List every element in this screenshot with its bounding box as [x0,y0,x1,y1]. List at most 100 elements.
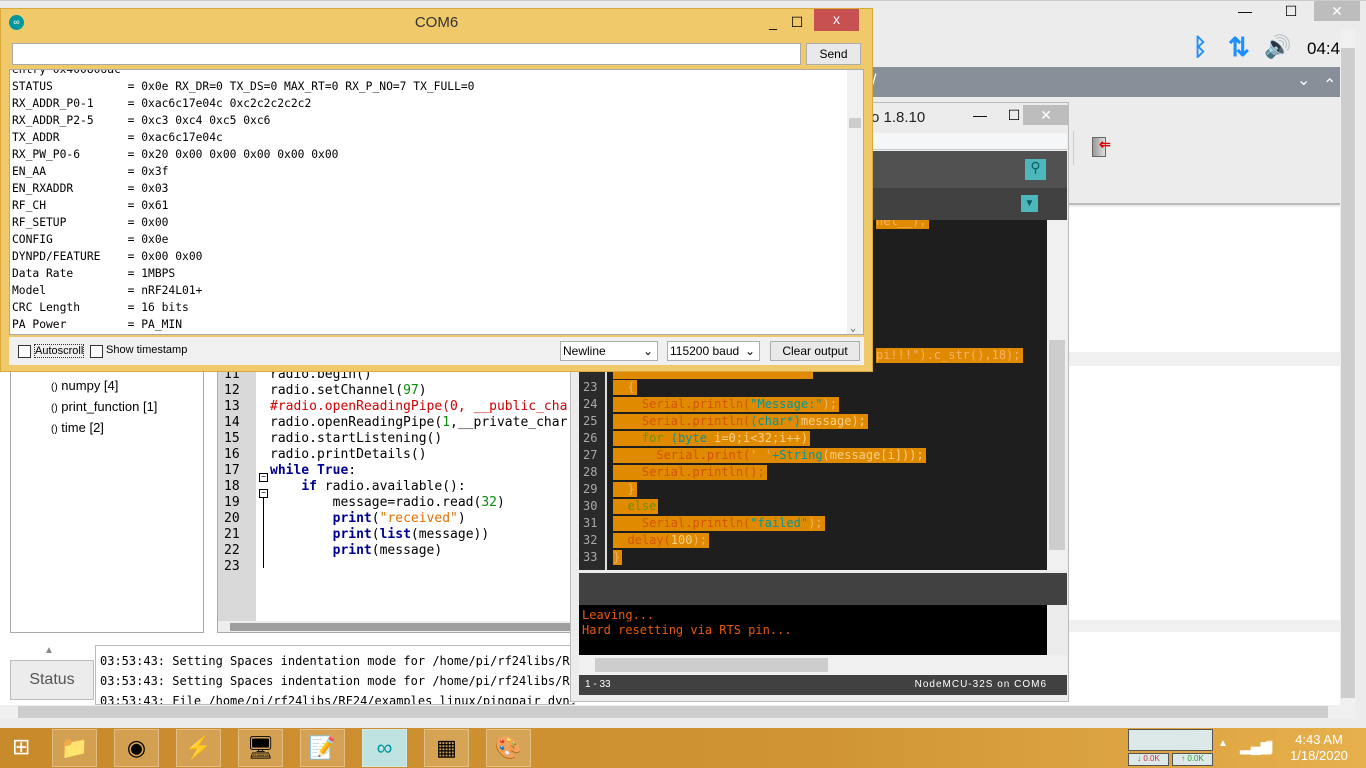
console-header [579,573,1067,605]
maximize-button[interactable]: ☐ [787,12,807,32]
code-token: } [613,550,621,564]
close-button[interactable]: ✕ [1314,1,1360,21]
arduino-status-bar: 1 - 33 NodeMCU-32S on COM6 [579,675,1067,695]
chrome-icon[interactable]: ◉ [114,729,159,767]
panel-up-arrow-icon[interactable]: ▲ [44,645,54,656]
variable-item[interactable]: () numpy [4] [51,378,118,393]
serial-line: RF_CH = 0x61 [12,199,169,212]
battery-icon[interactable]: ▯ [1265,736,1274,756]
variable-item[interactable]: () time [2] [51,420,104,435]
console-horizontal-scrollbar[interactable] [579,655,1067,675]
minimize-button[interactable]: — [1222,1,1268,21]
status-log: 03:53:43: Setting Spaces indentation mod… [95,645,575,705]
editor-horizontal-scrollbar[interactable] [218,621,576,632]
timestamp-label[interactable]: Show timestamp [106,344,187,356]
control-panel-icon[interactable]: ▦ [424,729,469,767]
code-area[interactable]: radio.begin() radio.setChannel(97) #radio.… [270,371,576,621]
send-button[interactable]: Send [806,43,861,65]
code-line: { [613,380,637,395]
code-fragment: nel__); [876,220,929,229]
chevron-up-icon[interactable]: ⌃ [1323,75,1336,95]
code-token: list [379,527,411,542]
code-token: message); [800,414,866,428]
close-button[interactable]: x [814,9,859,31]
serial-line: STATUS = 0x0e RX_DR=0 TX_DS=0 MAX_RT=0 R… [12,80,475,93]
serial-monitor-icon[interactable]: ⚲ [1025,159,1046,180]
code-token: 32 [481,495,497,510]
code-token: ); [692,533,707,547]
minimize-button[interactable]: _ [763,12,783,32]
show-hidden-icons[interactable]: ▲ [1218,738,1228,749]
start-button[interactable]: ⊞ [12,736,30,758]
fold-collapse-icon[interactable]: − [259,489,268,498]
code-token: print [332,543,372,558]
serial-line: entry 0x400806ac [12,69,121,76]
code-line: if radio.available(): [270,479,465,495]
code-token: ); [822,397,837,411]
bluetooth-icon[interactable]: ᛒ [1193,34,1207,62]
network-graph [1128,729,1213,751]
code-token: "failed" [750,516,809,530]
line-range: 1 - 33 [585,679,611,690]
code-line: delay(100); [613,533,709,548]
remote-desktop-icon[interactable]: 🖥 [238,729,283,767]
code-line: #radio.openReadingPipe(0, __public_cha [270,399,567,415]
line-number-gutter: 11 12 13 14 15 16 17 18 19 20 21 22 23 [218,371,256,621]
pi-vertical-scrollbar[interactable] [1340,30,1356,705]
tab-status[interactable]: Status [10,660,94,700]
arduino-window-title: o 1.8.10 [871,109,926,126]
paint-icon[interactable]: 🎨 [486,729,531,767]
exit-icon[interactable]: ⇐ [1092,136,1111,157]
code-line: Serial.println("Message:"); [613,397,839,412]
code-token: ) [457,511,466,526]
line-number: 21 [224,527,240,542]
autoscroll-checkbox[interactable] [18,345,31,358]
serial-send-input[interactable] [12,43,801,65]
code-line: print(list(message)) [270,527,490,543]
maximize-button[interactable]: ☐ [1268,1,1314,21]
timestamp-checkbox[interactable] [90,345,103,358]
console-line: Leaving... [582,608,655,622]
network-arrows-icon[interactable]: ⇅ [1228,32,1250,63]
code-token: print [332,527,372,542]
system-clock[interactable]: 4:43 AM 1/18/2020 [1284,732,1354,764]
line-number: 12 [224,383,240,398]
chevron-down-icon[interactable]: ⌄ [1297,70,1310,90]
notepad-plus-plus-icon[interactable]: 📝 [300,729,345,767]
line-ending-select[interactable]: Newline ⌄ [560,341,658,361]
code-token: (message)) [410,527,490,542]
code-token: (byte [663,431,707,445]
variable-item[interactable]: () print_function [1] [51,399,157,414]
clear-output-button[interactable]: Clear output [770,341,860,361]
baud-rate-select[interactable]: 115200 baud ⌄ [667,341,760,361]
close-button[interactable]: ✕ [1023,105,1069,125]
code-token: 100 [670,533,693,547]
line-number: 20 [224,511,240,526]
tab-menu-icon[interactable]: ▼ [1021,195,1038,212]
serial-line: EN_RXADDR = 0x03 [12,182,169,195]
net-download: ↓ 0.0K [1128,753,1169,766]
code-editor[interactable]: 11 12 13 14 15 16 17 18 19 20 21 22 23 radio.begin()… [217,370,577,633]
line-number: 24 [583,397,598,411]
pi-horizontal-scrollbar[interactable] [0,705,1356,719]
code-token: ) [418,383,427,398]
console-output: Leaving... Hard resetting via RTS pin... [579,605,1047,655]
line-number: 23 [224,559,240,574]
serial-vertical-scrollbar[interactable]: ⌄ [847,70,863,334]
code-token: ,__private_char [450,415,568,430]
code-token: #radio.openReadingPipe(0, __public_cha [270,399,568,414]
code-token: radio.openReadingPipe( [270,415,443,430]
arduino-icon[interactable]: ∞ [362,729,407,767]
line-number: 27 [583,448,598,462]
autoscroll-label[interactable]: Autoscroll [34,344,85,358]
arduino-vertical-scrollbar[interactable] [1047,220,1067,570]
fold-collapse-icon[interactable]: − [259,473,268,482]
putty-icon[interactable]: ⚡ [176,729,221,767]
serial-options-bar: Autoscroll Show timestamp Newline ⌄ 11520… [9,337,864,365]
file-explorer-icon[interactable]: 📁 [52,729,97,767]
serial-line: DYNPD/FEATURE = 0x00 0x00 [12,250,203,263]
code-token: +String [771,448,823,462]
volume-icon[interactable]: 🔊 [1264,34,1291,60]
